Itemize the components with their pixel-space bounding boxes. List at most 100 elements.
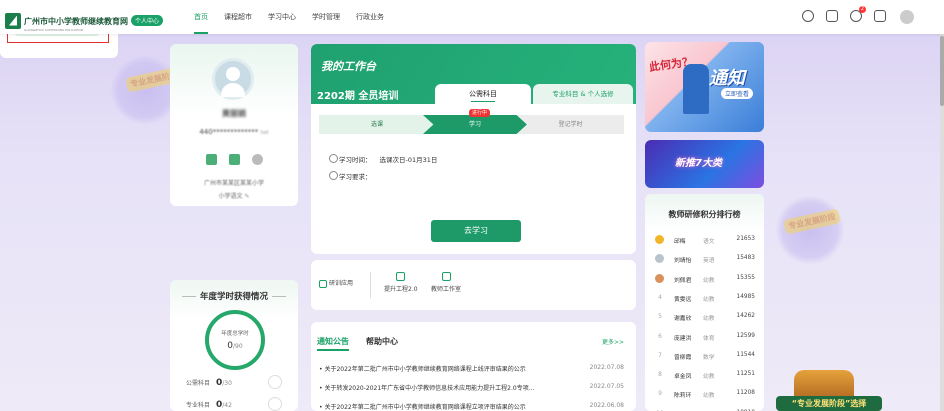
- go-study-button[interactable]: 去学习: [431, 220, 521, 242]
- rank-score: 14262: [736, 313, 755, 320]
- rank-name: 陈莉环: [674, 393, 692, 400]
- profile-name: 黄丽娟: [222, 109, 246, 118]
- nav-home[interactable]: 首页: [194, 0, 208, 34]
- more-link[interactable]: 更多>>: [602, 337, 624, 346]
- profile-subject: 小学语文 ✎: [218, 193, 250, 200]
- top-header: 广州市中小学教师继续教育网 GUANGZHOU CONTINUING EDUCA…: [0, 0, 944, 34]
- tab-professional-courses[interactable]: 专业科目 & 个人选修: [533, 84, 633, 104]
- banner-title: 通知: [709, 68, 745, 89]
- medal-icon: [655, 254, 664, 264]
- quick-links-card: 研训应用 提升工程2.0 教师工作室: [311, 260, 636, 310]
- rank-number: 7: [658, 351, 662, 359]
- rank-subject: 幼教: [703, 374, 715, 381]
- rank-subject: 幼教: [703, 316, 715, 323]
- edit-icon[interactable]: ✎: [244, 193, 249, 200]
- ranking-row[interactable]: 邱梅 语文 21653: [655, 235, 755, 246]
- rank-name: 刘佩君: [674, 277, 692, 284]
- rank-score: 12599: [736, 332, 755, 339]
- step-select-course: 选课: [319, 115, 435, 134]
- nav-admin-business[interactable]: 行政业务: [356, 0, 384, 34]
- quick-link-studio[interactable]: 教师工作室: [431, 272, 461, 293]
- rank-subject: 幼教: [703, 296, 715, 303]
- rank-subject: 英语: [703, 258, 715, 265]
- notice-row[interactable]: • 关于2022年第二批广州市中小学教师继续教育网络课程上线评审结果的公示 202…: [319, 364, 624, 373]
- ranking-row[interactable]: 9 陈莉环 幼教 11208: [655, 390, 755, 400]
- nav-study-center[interactable]: 学习中心: [268, 0, 296, 34]
- notice-row[interactable]: • 关于2022年第二批广州市中小学教师继续教育网络课程立项评审结果的公示 202…: [319, 402, 624, 411]
- promo-title: 新推7大类: [675, 158, 722, 169]
- workbench-term: 2202期 全员培训: [317, 91, 399, 102]
- rank-name: 刘靖怡: [674, 258, 692, 265]
- profile-avatar[interactable]: [212, 58, 254, 100]
- tab-notices[interactable]: 通知公告: [317, 336, 349, 351]
- workbench-header: 我的工作台 2202期 全员培训 公需科目 专业科目 & 个人选修: [311, 44, 636, 104]
- tab-help-center[interactable]: 帮助中心: [366, 336, 398, 347]
- document-icon[interactable]: [874, 10, 886, 22]
- rank-number: 8: [658, 371, 662, 379]
- notice-row[interactable]: • 关于转发2020-2021年广东省中小学教师信息技术应用能力提升工程2.0专…: [319, 383, 624, 392]
- ranking-row[interactable]: 刘佩君 幼教 15355: [655, 273, 755, 285]
- header-actions: 2: [802, 6, 914, 24]
- teacher-icon[interactable]: [206, 154, 217, 165]
- profile-organization: 广州市某某区某某小学: [203, 180, 264, 187]
- rank-number: 4: [658, 293, 662, 301]
- promo-banner[interactable]: 新推7大类: [645, 140, 764, 188]
- clipboard-icon[interactable]: [826, 10, 838, 22]
- logo-subtext: GUANGZHOU CONTINUING EDUCATION: [24, 28, 83, 32]
- progress-steps: 选课 学习 登记学时: [319, 115, 624, 134]
- rank-name: 卓金凤: [674, 374, 692, 381]
- ranking-row[interactable]: 刘靖怡 英语 15483: [655, 254, 755, 265]
- scrollbar-thumb[interactable]: [940, 36, 944, 106]
- banner-view-now[interactable]: 立即查看: [721, 88, 754, 99]
- logo-icon: [5, 12, 21, 29]
- rank-subject: 幼教: [703, 393, 715, 400]
- rank-score: 14985: [736, 293, 755, 300]
- rank-score: 15355: [736, 274, 755, 281]
- ranking-row[interactable]: 7 曾柳霞 数学 11544: [655, 352, 755, 362]
- ranking-row[interactable]: 8 卓金凤 幼教 11251: [655, 371, 755, 381]
- rank-name: 曾柳霞: [674, 354, 692, 361]
- main-nav: 首页 课程超市 学习中心 学时管理 行政业务: [194, 0, 400, 34]
- rank-score: 11208: [736, 390, 755, 397]
- quick-link-research[interactable]: 研训应用: [319, 278, 353, 288]
- nav-hours-management[interactable]: 学时管理: [312, 0, 340, 34]
- user-avatar[interactable]: [900, 10, 914, 24]
- nav-course-market[interactable]: 课程超市: [224, 0, 252, 34]
- yearly-title: 年度学时获得情况: [170, 290, 298, 302]
- corner-ad[interactable]: “专业发展阶段”选择: [772, 356, 886, 411]
- quick-link-upgrade[interactable]: 提升工程2.0: [384, 272, 418, 293]
- site-logo[interactable]: 广州市中小学教师继续教育网 GUANGZHOU CONTINUING EDUCA…: [5, 9, 164, 32]
- wechat-icon[interactable]: [252, 154, 263, 165]
- rank-name: 黄雯远: [674, 296, 692, 303]
- ranking-row[interactable]: 4 黄雯远 幼教 14985: [655, 294, 755, 304]
- rank-subject: 数学: [703, 354, 715, 361]
- tab-public-courses[interactable]: 公需科目: [435, 84, 531, 104]
- rank-name: 谢嘉欣: [674, 316, 692, 323]
- notice-banner[interactable]: 此何为？ 通知 立即查看: [645, 42, 764, 132]
- workbench-card: 我的工作台 2202期 全员培训 公需科目 专业科目 & 个人选修 选课 学习 …: [311, 44, 636, 254]
- profile-icons: [206, 154, 263, 165]
- profile-card: 黄丽娟 440************* hot 广州市某某区某某小学 小学语文…: [170, 44, 298, 206]
- medal-icon: [655, 273, 664, 283]
- yearly-ring: 年度总学时 0/90: [205, 310, 265, 370]
- bell-icon[interactable]: 2: [850, 6, 866, 22]
- ring-label: 年度总学时: [221, 331, 249, 337]
- banner-figure: [683, 64, 709, 114]
- medal-icon: [655, 235, 664, 244]
- workbench-title: 我的工作台: [321, 60, 376, 73]
- personal-center-badge: 个人中心: [131, 15, 164, 26]
- phone-icon[interactable]: [229, 154, 240, 165]
- rank-name: 邱梅: [674, 239, 686, 245]
- book-icon: [396, 272, 406, 281]
- notification-badge: 2: [859, 6, 866, 13]
- logo-text: 广州市中小学教师继续教育网: [24, 17, 128, 26]
- profile-id: 440************* hot: [199, 128, 269, 136]
- ranking-row[interactable]: 6 庞建洪 体育 12599: [655, 333, 755, 343]
- yearly-hours-card: 年度学时获得情况 年度总学时 0/90 公需科目 0/30 专业科目 0/42: [170, 280, 298, 411]
- divider: [370, 272, 371, 298]
- cloud-icon[interactable]: [802, 10, 814, 22]
- progress-circle-icon: [268, 397, 282, 411]
- rank-number: 5: [658, 313, 662, 321]
- ranking-row[interactable]: 5 谢嘉欣 幼教 14262: [655, 313, 755, 323]
- yearly-row-public: 公需科目 0/30: [186, 375, 282, 389]
